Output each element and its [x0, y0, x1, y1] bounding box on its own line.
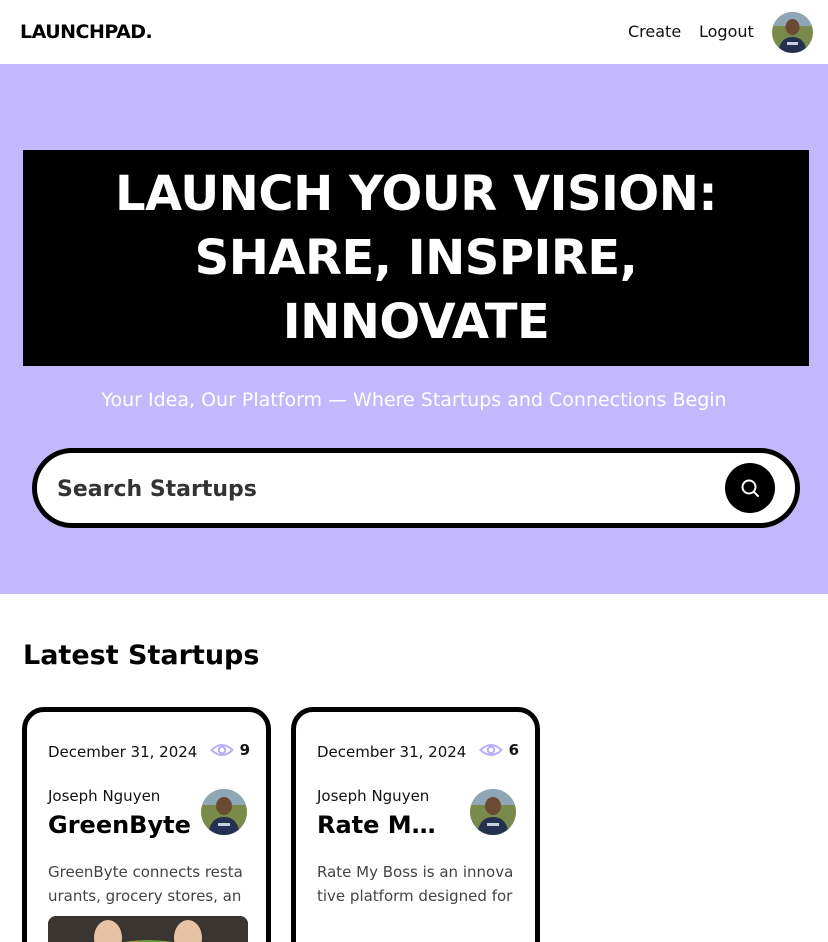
search-input[interactable]	[57, 471, 697, 507]
views-counter: 9	[209, 741, 250, 759]
author-avatar[interactable]	[470, 789, 516, 835]
eye-icon	[209, 744, 234, 756]
author-avatar[interactable]	[201, 789, 247, 835]
card-author[interactable]: Joseph Nguyen	[48, 787, 160, 805]
card-date: December 31, 2024	[48, 743, 198, 761]
views-counter: 6	[478, 741, 519, 759]
views-count: 6	[508, 741, 519, 759]
hero-section: LAUNCH YOUR VISION: SHARE, INSPIRE, INNO…	[0, 64, 828, 594]
views-count: 9	[239, 741, 250, 759]
search-bar	[32, 448, 800, 528]
launchpad-logo[interactable]: LAUNCHPAD.	[20, 19, 153, 45]
headline-box: LAUNCH YOUR VISION: SHARE, INSPIRE, INNO…	[23, 150, 809, 366]
logo-text: LAUNCHPAD.	[20, 21, 153, 43]
card-title[interactable]: GreenByte	[48, 811, 198, 839]
card-description: GreenByte connects restaurants, grocery …	[48, 863, 243, 905]
eye-icon	[478, 744, 503, 756]
card-description: Rate My Boss is an innovative platform d…	[317, 863, 514, 905]
hero-subtitle: Your Idea, Our Platform — Where Startups…	[101, 389, 727, 411]
section-title: Latest Startups	[23, 640, 260, 671]
hero-headline: LAUNCH YOUR VISION: SHARE, INSPIRE, INNO…	[114, 166, 718, 350]
user-avatar[interactable]	[772, 12, 813, 53]
card-title[interactable]: Rate My Boss	[317, 811, 447, 839]
search-button[interactable]	[725, 463, 775, 513]
create-link[interactable]: Create	[628, 22, 681, 41]
card-author[interactable]: Joseph Nguyen	[317, 787, 429, 805]
card-image[interactable]	[48, 916, 248, 942]
startup-card[interactable]: December 31, 2024 6 Joseph Nguyen Rate M…	[291, 707, 540, 942]
card-date: December 31, 2024	[317, 743, 467, 761]
startup-card[interactable]: December 31, 2024 9 Joseph Nguyen GreenB…	[22, 707, 271, 942]
top-navbar: LAUNCHPAD. Create Logout	[0, 0, 828, 64]
logout-link[interactable]: Logout	[699, 22, 754, 41]
search-icon	[741, 479, 759, 497]
